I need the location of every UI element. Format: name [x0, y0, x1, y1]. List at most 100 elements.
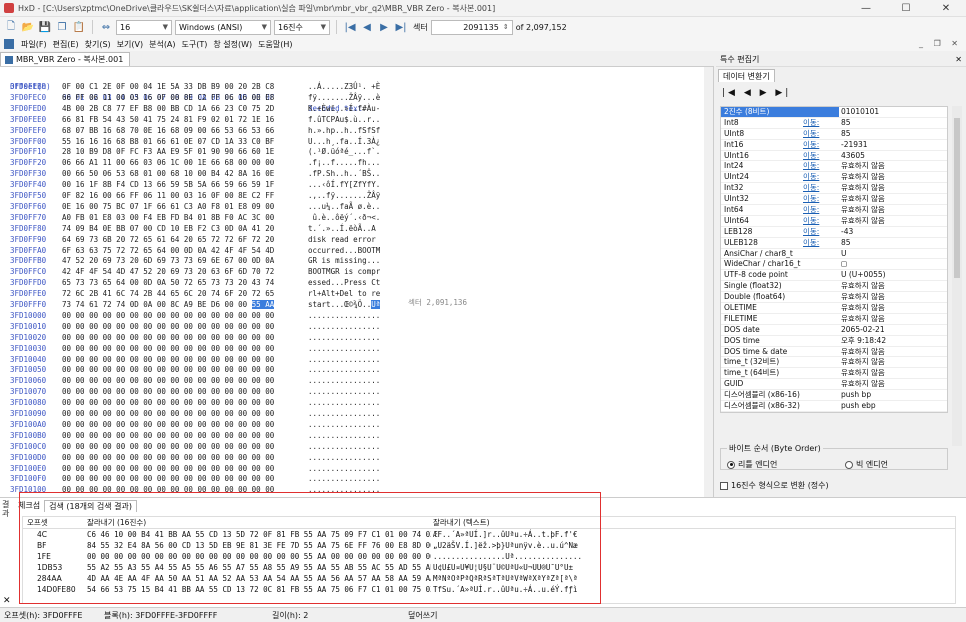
last-sector-icon[interactable]: ▶|: [394, 20, 408, 34]
decoded-text[interactable]: ................: [308, 453, 380, 462]
inspector-row[interactable]: ULEB128 이동: 85: [721, 238, 947, 249]
inspector-row[interactable]: FILETIME 유효하지 않음: [721, 314, 947, 325]
inspector-row-value[interactable]: 85: [839, 129, 947, 139]
hex-bytes[interactable]: A0 FB 01 E8 03 00 F4 EB FD B4 01 8B F0 A…: [62, 213, 274, 222]
hex-bytes[interactable]: 00 00 00 00 00 00 00 00 00 00 00 00 00 0…: [62, 355, 274, 364]
editor-scrollbar[interactable]: [704, 67, 713, 497]
decoded-text[interactable]: start...Œ©¾Ö..: [308, 300, 371, 309]
decoded-text[interactable]: h.».hp..h..fSfSf: [308, 126, 380, 135]
menu-analysis[interactable]: 분석(A): [146, 39, 178, 50]
menu-file[interactable]: 파일(F): [18, 39, 50, 50]
inspector-row[interactable]: Single (float32) 유효하지 않음: [721, 281, 947, 293]
big-endian-radio[interactable]: 빅 엔디언: [845, 459, 888, 470]
row-decoded-text[interactable]: ................: [308, 453, 380, 464]
selected-hex-bytes[interactable]: 55 AA: [251, 300, 275, 309]
decoded-text[interactable]: ................: [308, 474, 380, 483]
row-hex-bytes[interactable]: 00 00 00 00 00 00 00 00 00 00 00 00 00 0…: [62, 344, 274, 355]
row-hex-bytes[interactable]: 0E 16 00 75 BC 07 1F 66 61 C3 A0 F8 01 E…: [62, 202, 274, 213]
row-hex-bytes[interactable]: 00 16 1F 8B F4 CD 13 66 59 5B 5A 66 59 6…: [62, 180, 274, 191]
decoded-text[interactable]: (.¹Ø.üóªé_...f`.: [308, 147, 380, 156]
goto-link[interactable]: 이동:: [803, 129, 839, 139]
row-decoded-text[interactable]: ................: [308, 398, 380, 409]
hex-bytes[interactable]: 0F 82 16 00 66 FF 06 11 00 03 16 0F 00 8…: [62, 191, 274, 200]
copy-icon[interactable]: ❐: [55, 20, 69, 34]
row-hex-bytes[interactable]: 00 00 00 00 00 00 00 00 00 00 00 00 00 0…: [62, 409, 274, 420]
goto-link[interactable]: 이동:: [803, 227, 839, 237]
result-row[interactable]: 1FE 00 00 00 00 00 00 00 00 00 00 00 00 0…: [23, 551, 955, 562]
hex-bytes[interactable]: 00 00 00 00 00 00 00 00 00 00 00 00 00 0…: [62, 311, 274, 320]
hex-bytes[interactable]: 74 09 B4 0E BB 07 00 CD 10 EB F2 C3 0D 0…: [62, 224, 274, 233]
document-tab[interactable]: MBR_VBR Zero - 복사본.001: [0, 52, 131, 66]
row-decoded-text[interactable]: (.¹Ø.üóªé_...f`.: [308, 147, 380, 158]
hex-bytes[interactable]: 4B 00 2B C8 77 EF B8 00 BB CD 1A 66 23 C…: [62, 104, 274, 113]
decoded-text[interactable]: ................: [308, 398, 380, 407]
row-hex-bytes[interactable]: 00 00 00 00 00 00 00 00 00 00 00 00 00 0…: [62, 387, 274, 398]
hex-bytes[interactable]: 00 00 00 00 00 00 00 00 00 00 00 00 00 0…: [62, 376, 274, 385]
close-button[interactable]: ✕: [926, 0, 966, 17]
row-decoded-text[interactable]: occurred...BOOTM: [308, 246, 380, 257]
hex-bytes[interactable]: 47 52 20 69 73 20 6D 69 73 73 69 6E 67 0…: [62, 256, 274, 265]
hex-bytes[interactable]: 00 66 50 06 53 68 01 00 68 10 00 B4 42 8…: [62, 169, 274, 178]
inspector-row[interactable]: UInt16 이동: 43605: [721, 151, 947, 162]
hex-bytes[interactable]: 00 00 00 00 00 00 00 00 00 00 00 00 00 0…: [62, 485, 274, 494]
inspector-row-value[interactable]: U: [839, 249, 947, 259]
hex-bytes[interactable]: 28 10 B9 D8 0F FC F3 AA E9 5F 01 90 90 6…: [62, 147, 274, 156]
column-header-text[interactable]: 잘라내기 (텍스트): [431, 517, 771, 528]
hex-bytes[interactable]: 00 00 00 00 00 00 00 00 00 00 00 00 00 0…: [62, 474, 274, 483]
result-row[interactable]: 1DB53 55 A2 55 A3 55 A4 55 A5 55 A6 55 A7…: [23, 562, 955, 573]
row-decoded-text[interactable]: fÿ.......ŽÂÿ...è: [308, 93, 380, 104]
row-decoded-text[interactable]: ................: [308, 322, 380, 333]
inspector-row-value[interactable]: 유효하지 않음: [839, 303, 947, 313]
bytes-per-row-select[interactable]: 16 ▼: [116, 19, 172, 35]
inspector-row-value[interactable]: push bp: [839, 390, 947, 400]
inspector-row-value[interactable]: -21931: [839, 140, 947, 150]
row-decoded-text[interactable]: ................: [308, 420, 380, 431]
decoded-text[interactable]: K.+Èwï¸.»Í.f#Àu-: [308, 104, 380, 113]
hex-bytes[interactable]: 00 00 00 00 00 00 00 00 00 00 00 00 00 0…: [62, 453, 274, 462]
row-hex-bytes[interactable]: 00 00 00 00 00 00 00 00 00 00 00 00 00 0…: [62, 333, 274, 344]
row-decoded-text[interactable]: rl+Alt+Del to re: [308, 289, 380, 300]
inspector-row[interactable]: DOS time 오후 9:18:42: [721, 336, 947, 347]
inspector-row-value[interactable]: 유효하지 않음: [839, 172, 947, 182]
row-decoded-text[interactable]: h.».hp..h..fSfSf: [308, 126, 380, 137]
offset-base-select[interactable]: 16진수 ▼: [274, 19, 330, 35]
inspector-row[interactable]: Int64 이동: 유효하지 않음: [721, 205, 947, 216]
decoded-text[interactable]: ................: [308, 365, 380, 374]
decoded-text[interactable]: occurred...BOOTM: [308, 246, 380, 255]
row-decoded-text[interactable]: .‚..fÿ.......ŽÂÿ: [308, 191, 380, 202]
result-row[interactable]: 284AA 4D AA 4E AA 4F AA 50 AA 51 AA 52 AA…: [23, 573, 955, 584]
decoded-text[interactable]: GR is missing...: [308, 256, 380, 265]
inspector-close-icon[interactable]: ✕: [955, 55, 962, 64]
inspector-row[interactable]: Int8 이동: 85: [721, 118, 947, 129]
hex-bytes[interactable]: 00 00 00 00 00 00 00 00 00 00 00 00 00 0…: [62, 365, 274, 374]
mdi-controls[interactable]: _ ❐ ✕: [919, 39, 962, 48]
row-hex-bytes[interactable]: 73 74 61 72 74 0D 0A 00 8C A9 BE D6 00 0…: [62, 300, 275, 311]
menu-window[interactable]: 창 설정(W): [210, 39, 255, 50]
row-decoded-text[interactable]: ................: [308, 485, 380, 496]
charset-select[interactable]: Windows (ANSI) ▼: [175, 19, 271, 35]
row-hex-bytes[interactable]: 00 00 00 00 00 00 00 00 00 00 00 00 00 0…: [62, 376, 274, 387]
row-hex-bytes[interactable]: 00 00 00 00 00 00 00 00 00 00 00 00 00 0…: [62, 311, 274, 322]
decoded-text[interactable]: t.´.»..Í.ëòÃ..A: [308, 224, 380, 233]
goto-link[interactable]: 이동:: [803, 183, 839, 193]
inspector-row[interactable]: GUID 유효하지 않음: [721, 379, 947, 391]
row-hex-bytes[interactable]: 28 10 B9 D8 0F FC F3 AA E9 5F 01 90 90 6…: [62, 147, 274, 158]
new-file-icon[interactable]: 🗋: [4, 20, 18, 34]
inspector-row-value[interactable]: 오후 9:18:42: [839, 336, 947, 346]
menu-edit[interactable]: 편집(E): [50, 39, 82, 50]
inspector-row-value[interactable]: 2065-02-21: [839, 325, 947, 335]
hex-bytes[interactable]: 00 00 00 00 00 00 00 00 00 00 00 00 00 0…: [62, 420, 274, 429]
inspector-row-value[interactable]: 유효하지 않음: [839, 183, 947, 193]
row-hex-bytes[interactable]: 00 00 00 00 00 00 00 00 00 00 00 00 00 0…: [62, 365, 274, 376]
row-decoded-text[interactable]: ...‹ôÍ.fY[ZfYfY.: [308, 180, 380, 191]
row-hex-bytes[interactable]: 47 52 20 69 73 20 6D 69 73 73 69 6E 67 0…: [62, 256, 274, 267]
hex-bytes[interactable]: 66 81 FB 54 43 50 41 75 24 81 F9 02 01 7…: [62, 115, 274, 124]
row-hex-bytes[interactable]: 00 66 50 06 53 68 01 00 68 10 00 B4 42 8…: [62, 169, 274, 180]
hex-bytes[interactable]: 00 00 00 00 00 00 00 00 00 00 00 00 00 0…: [62, 409, 274, 418]
hex-bytes[interactable]: 68 07 BB 16 68 70 0E 16 68 09 00 66 53 6…: [62, 126, 274, 135]
inspector-row[interactable]: UTF-8 code point U (U+0055): [721, 270, 947, 282]
row-decoded-text[interactable]: ................: [308, 311, 380, 322]
inspector-row-value[interactable]: 유효하지 않음: [839, 368, 947, 378]
decoded-text[interactable]: ................: [308, 442, 380, 451]
row-decoded-text[interactable]: t.´.»..Í.ëòÃ..A: [308, 224, 380, 235]
